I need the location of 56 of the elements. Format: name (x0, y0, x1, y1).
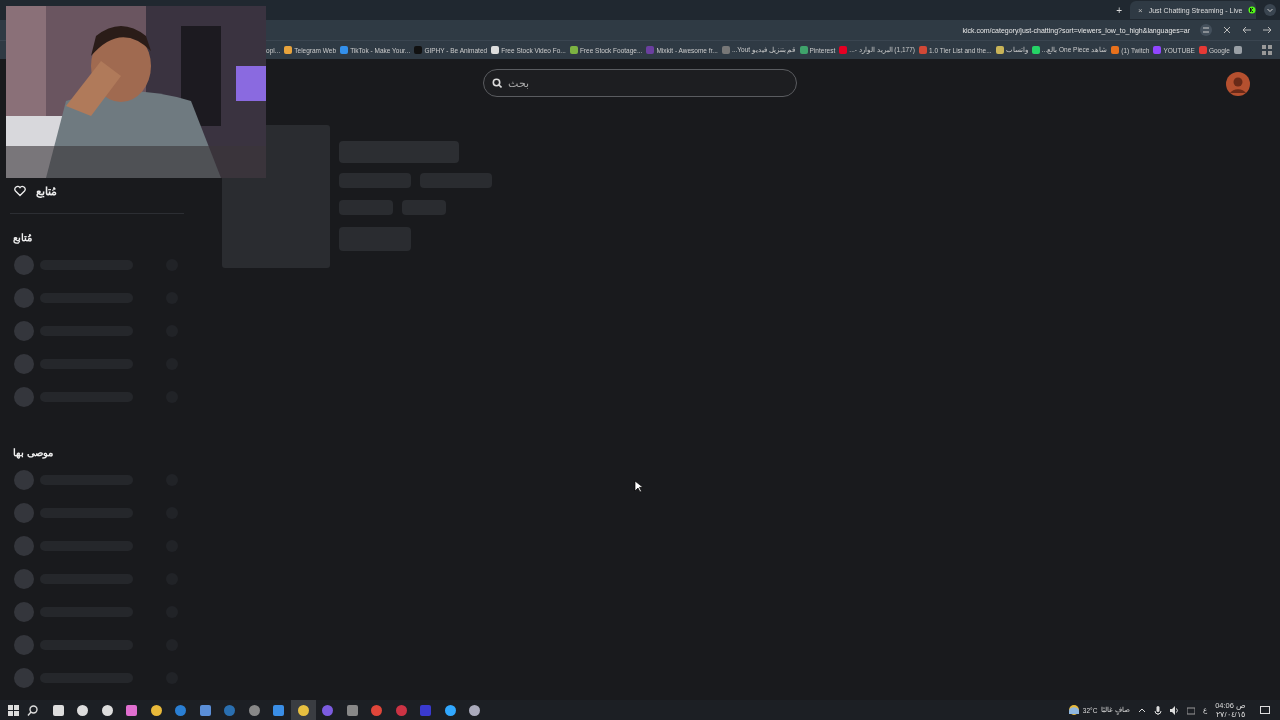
app-icon (420, 704, 432, 716)
app-icon (101, 704, 113, 716)
loading-placeholder (14, 254, 34, 275)
loading-placeholder (14, 353, 34, 374)
app-icon (199, 704, 211, 716)
loading-placeholder (14, 667, 34, 688)
site-settings-icon[interactable] (1200, 24, 1212, 36)
start-icon[interactable] (8, 704, 19, 716)
weather-icon (1068, 705, 1079, 715)
cursor-icon (634, 480, 644, 493)
loading-placeholder (14, 601, 34, 622)
app-icon (175, 704, 187, 716)
app-icon (297, 704, 309, 716)
app-icon (77, 704, 89, 716)
app-icon (52, 704, 64, 716)
app-icon (346, 704, 358, 716)
site-icon (1248, 6, 1257, 14)
loading-placeholder (14, 320, 34, 341)
loading-placeholder (14, 469, 34, 490)
new-tab-button[interactable]: + (1116, 4, 1122, 16)
app-icon (322, 704, 334, 716)
search-icon (492, 78, 502, 88)
app-icon (150, 704, 162, 716)
section-heading: موصى بها (12, 446, 54, 461)
loading-placeholder (14, 502, 34, 523)
close-icon[interactable] (1222, 25, 1232, 35)
app-icon (371, 704, 383, 716)
search-icon[interactable] (27, 704, 38, 716)
app-icon (224, 704, 236, 716)
close-icon[interactable]: × (1138, 5, 1143, 15)
chevron-down-icon[interactable] (1264, 4, 1276, 16)
app-icon (444, 704, 456, 716)
app-icon (273, 704, 285, 716)
network-icon[interactable] (1187, 705, 1196, 715)
search-field[interactable]: بحث (483, 69, 797, 97)
app-icon (126, 704, 138, 716)
app-icon (248, 704, 260, 716)
following-link[interactable]: مُتابع (0, 181, 200, 201)
section-heading: مُتابع (12, 231, 33, 246)
loading-placeholder (14, 535, 34, 556)
app-icon (395, 704, 407, 716)
back-arrow-icon[interactable] (1242, 25, 1252, 35)
microphone-icon[interactable] (1154, 705, 1163, 715)
notification-icon[interactable] (1260, 705, 1270, 715)
taskbar-app[interactable] (291, 700, 316, 720)
app-icon (469, 704, 481, 716)
speaker-icon[interactable] (1170, 705, 1180, 715)
avatar-icon[interactable] (1226, 72, 1250, 96)
loading-placeholder (14, 568, 34, 589)
loading-placeholder (14, 386, 34, 407)
forward-arrow-icon[interactable] (1262, 25, 1272, 35)
apps-grid-icon[interactable] (1262, 45, 1272, 55)
loading-placeholder (14, 634, 34, 655)
chevron-up-icon[interactable] (1138, 706, 1147, 714)
heart-icon (14, 185, 26, 197)
loading-placeholder (14, 287, 34, 308)
